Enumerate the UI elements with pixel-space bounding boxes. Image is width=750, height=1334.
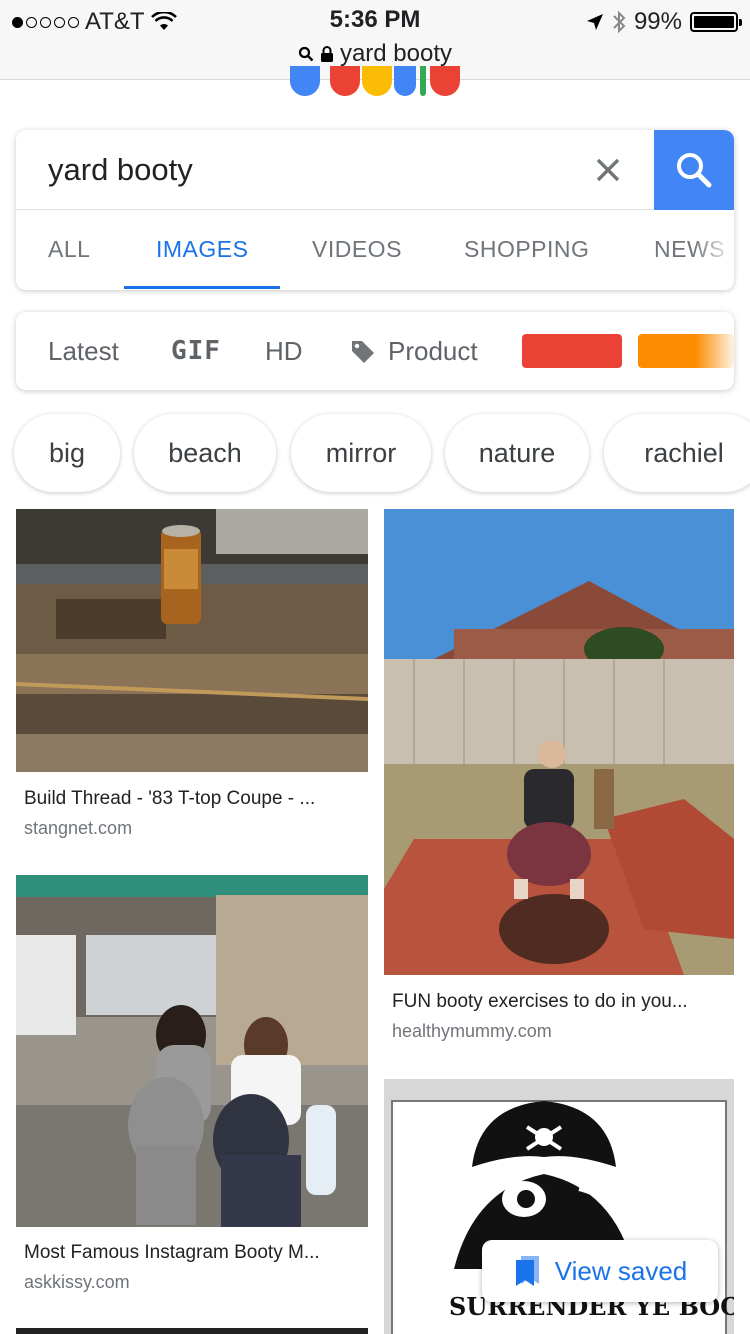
battery-percent: 99% xyxy=(633,8,682,35)
filter-product[interactable]: Product xyxy=(350,336,478,367)
color-filter-orange[interactable] xyxy=(638,334,734,368)
tab-images[interactable]: IMAGES xyxy=(156,236,248,263)
bluetooth-icon xyxy=(613,10,626,34)
filter-latest[interactable]: Latest xyxy=(48,336,119,367)
close-icon xyxy=(596,158,620,182)
tab-all[interactable]: ALL xyxy=(48,236,90,263)
location-arrow-icon xyxy=(586,14,603,30)
result-source-2: healthymummy.com xyxy=(392,1021,552,1041)
battery-fill xyxy=(694,16,734,28)
tag-icon xyxy=(352,340,374,363)
search-input[interactable]: yard booty xyxy=(48,152,193,188)
battery-icon xyxy=(690,12,742,32)
search-card: yard booty ALL IMAGES VIDEOS SHOPPING NE… xyxy=(16,130,734,290)
url-text: yard booty xyxy=(339,40,453,67)
search-icon xyxy=(677,153,712,188)
active-tab-indicator xyxy=(124,286,280,289)
chip-big[interactable]: big xyxy=(14,414,120,492)
chip-beach[interactable]: beach xyxy=(134,414,276,492)
result-image-3[interactable] xyxy=(16,875,368,1227)
lock-icon xyxy=(320,46,333,62)
result-image-2[interactable] xyxy=(384,509,734,975)
search-tabs: ALL IMAGES VIDEOS SHOPPING NEWS xyxy=(16,210,734,290)
chip-label: nature xyxy=(478,437,556,468)
result-source-1: stangnet.com xyxy=(24,818,133,838)
chip-label: mirror xyxy=(325,437,397,468)
chip-nature[interactable]: nature xyxy=(445,414,589,492)
clear-search-button[interactable] xyxy=(586,150,630,190)
filter-gif[interactable]: GIF xyxy=(171,336,221,366)
street-photo xyxy=(16,875,368,1227)
bookmarks-icon xyxy=(515,1256,539,1286)
result-image-5[interactable] xyxy=(16,1328,368,1334)
search-box[interactable]: yard booty xyxy=(16,130,734,210)
result-title-2[interactable]: FUN booty exercises to do in you... xyxy=(392,991,726,1013)
google-logo[interactable] xyxy=(290,66,465,98)
view-saved-button[interactable]: View saved xyxy=(482,1240,718,1302)
result-image-1[interactable] xyxy=(16,509,368,772)
backyard-exercise-photo xyxy=(384,509,734,975)
chip-mirror[interactable]: mirror xyxy=(291,414,431,492)
result-source-3: askkissy.com xyxy=(24,1272,130,1292)
chip-rachiel[interactable]: rachiel xyxy=(604,414,750,492)
status-right: 99% xyxy=(586,8,742,36)
tabs-fade xyxy=(694,210,734,290)
search-icon xyxy=(298,46,314,62)
color-filter-red[interactable] xyxy=(522,334,622,368)
chip-label: big xyxy=(48,437,86,468)
filter-bar: Latest GIF HD Product xyxy=(16,312,734,390)
result-title-1[interactable]: Build Thread - '83 T-top Coupe - ... xyxy=(24,788,360,810)
car-frame-photo xyxy=(16,509,368,772)
tab-videos[interactable]: VIDEOS xyxy=(312,236,402,263)
filter-product-label: Product xyxy=(388,336,478,366)
chip-label: rachiel xyxy=(644,437,724,468)
address-bar[interactable]: yard booty xyxy=(0,40,750,68)
chip-label: beach xyxy=(168,437,242,468)
result-title-3[interactable]: Most Famous Instagram Booty M... xyxy=(24,1242,360,1264)
tab-shopping[interactable]: SHOPPING xyxy=(464,236,589,263)
search-button[interactable] xyxy=(654,130,734,210)
view-saved-label: View saved xyxy=(554,1255,688,1286)
filter-hd[interactable]: HD xyxy=(265,336,303,367)
